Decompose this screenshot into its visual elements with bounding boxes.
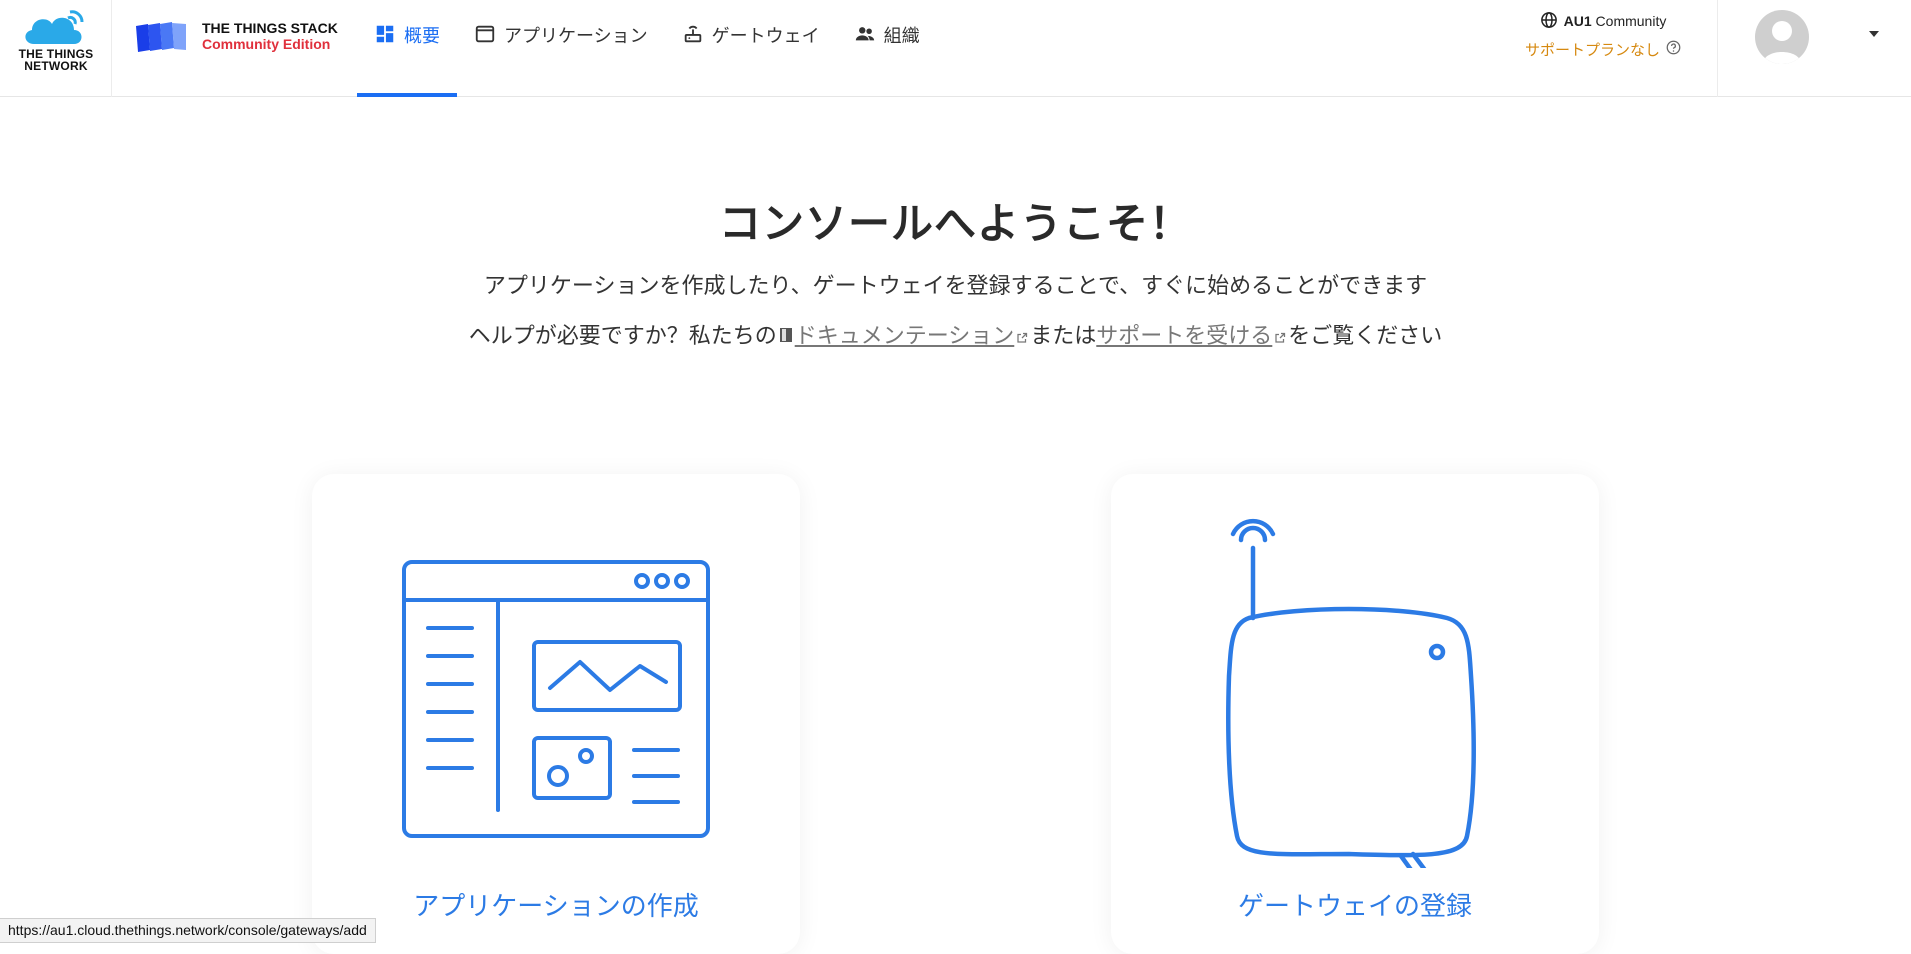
stack-logo[interactable]: THE THINGS STACK Community Edition	[134, 18, 354, 58]
ttn-text: THE THINGS NETWORK	[18, 47, 94, 73]
stack-title: THE THINGS STACK	[202, 20, 338, 36]
welcome-subtitle: アプリケーションを作成したり、ゲートウェイを登録することで、すぐに始めることがで…	[483, 274, 1428, 299]
main-nav: 概要 アプリケーション ゲートウェイ 組織	[357, 0, 937, 97]
cluster-name: Community	[1595, 13, 1667, 29]
cloud-logo-icon	[25, 10, 84, 44]
nav-item-overview[interactable]: 概要	[357, 0, 457, 97]
people-icon	[854, 23, 876, 45]
support-plan[interactable]: サポートプランなし	[1518, 38, 1688, 60]
window-icon	[474, 23, 496, 45]
support-plan-label: サポートプランなし	[1524, 40, 1660, 59]
nav-item-label: 組織	[883, 26, 920, 47]
nav-item-label: ゲートウェイ	[711, 26, 820, 47]
external-link-icon	[1016, 325, 1028, 350]
ttn-logo[interactable]: THE THINGS NETWORK	[0, 0, 112, 97]
gateway-device-illustration	[1226, 518, 1476, 868]
avatar[interactable]	[1755, 10, 1809, 64]
dashboard-icon	[374, 23, 396, 45]
application-window-illustration	[402, 560, 710, 838]
help-text: ヘルプが必要ですか？私たちの ドキュメンテーション またはサポートを受ける をご覧くだ…	[0, 318, 1911, 350]
stack-edition: Community Edition	[202, 36, 331, 52]
nav-item-label: アプリケーション	[504, 26, 648, 47]
page-title: コンソールへようこそ！	[718, 199, 1192, 248]
cluster-region: AU1	[1563, 13, 1592, 29]
help-prefix: ヘルプが必要ですか？私たちの	[468, 324, 777, 349]
caret-down-icon[interactable]	[1868, 30, 1880, 38]
register-gateway-card[interactable]: ゲートウェイの登録	[1111, 474, 1599, 954]
nav-item-organizations[interactable]: 組織	[837, 0, 937, 97]
register-gateway-label: ゲートウェイの登録	[1237, 892, 1472, 922]
nav-item-label: 概要	[404, 26, 440, 47]
cluster-row: AU1 Community	[1518, 10, 1688, 32]
user-silhouette-icon	[1763, 21, 1801, 64]
help-suffix: をご覧ください	[1288, 324, 1443, 349]
help-circle-icon	[1666, 40, 1681, 59]
cluster-info[interactable]: AU1 Community サポートプランなし	[1518, 10, 1688, 60]
router-icon	[682, 23, 704, 45]
top-bar: THE THINGS NETWORK THE THINGS STACK Comm…	[0, 0, 1911, 97]
nav-item-gateways[interactable]: ゲートウェイ	[665, 0, 837, 97]
create-application-card[interactable]: アプリケーションの作成	[312, 474, 800, 954]
docs-link[interactable]: ドキュメンテーション	[795, 324, 1015, 349]
globe-icon	[1540, 11, 1558, 32]
support-link[interactable]: サポートを受ける	[1096, 324, 1272, 349]
profile-menu[interactable]	[1717, 0, 1911, 97]
link-status-bar: https://au1.cloud.thethings.network/cons…	[0, 918, 376, 943]
create-application-label: アプリケーションの作成	[413, 892, 699, 922]
book-icon	[779, 325, 793, 350]
help-middle: または	[1030, 324, 1097, 349]
nav-item-applications[interactable]: アプリケーション	[457, 0, 665, 97]
external-link-icon	[1274, 325, 1286, 350]
stack-cards-icon	[136, 22, 186, 52]
